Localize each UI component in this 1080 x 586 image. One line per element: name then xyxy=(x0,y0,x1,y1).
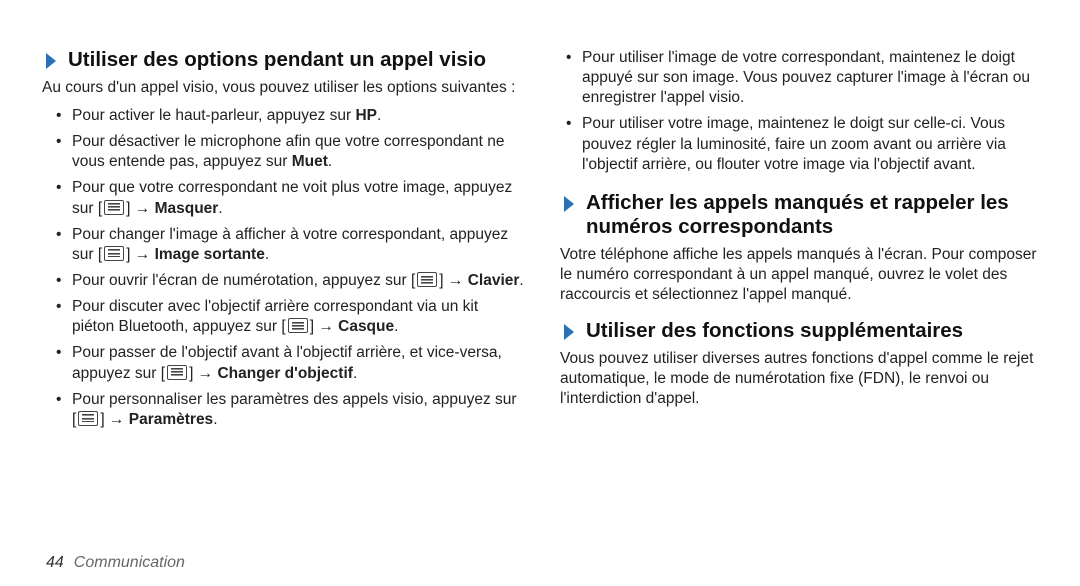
content-columns: Utiliser des options pendant un appel vi… xyxy=(42,48,1042,544)
left-column: Utiliser des options pendant un appel vi… xyxy=(42,48,524,544)
menu-icon xyxy=(78,411,98,426)
menu-icon xyxy=(104,200,124,215)
intro-text: Au cours d'un appel visio, vous pouvez u… xyxy=(42,78,524,98)
heading-extra-functions: Utiliser des fonctions supplémentaires xyxy=(560,319,1042,343)
heading-text: Utiliser des fonctions supplémentaires xyxy=(586,319,963,343)
options-list: Pour activer le haut-parleur, appuyez su… xyxy=(42,106,524,430)
bold-term: Changer d'objectif xyxy=(217,365,352,382)
bold-term: Casque xyxy=(338,318,394,335)
chevron-icon xyxy=(42,51,62,71)
list-item: Pour désactiver le microphone afin que v… xyxy=(42,132,524,172)
section-label: Communication xyxy=(74,554,185,572)
bold-term: Image sortante xyxy=(155,246,265,263)
menu-icon xyxy=(167,365,187,380)
list-item: Pour changer l'image à afficher à votre … xyxy=(42,225,524,265)
bold-term: Masquer xyxy=(155,200,219,217)
list-item: Pour personnaliser les paramètres des ap… xyxy=(42,390,524,430)
page: Utiliser des options pendant un appel vi… xyxy=(0,0,1080,586)
bold-term: Muet xyxy=(292,153,328,170)
heading-text: Utiliser des options pendant un appel vi… xyxy=(68,48,486,72)
menu-icon xyxy=(288,318,308,333)
footer: 44 Communication xyxy=(42,554,1042,572)
list-item: Pour utiliser votre image, maintenez le … xyxy=(560,114,1042,174)
chevron-icon xyxy=(560,322,580,342)
heading-missed-calls: Afficher les appels manqués et rappeler … xyxy=(560,191,1042,239)
bold-term: HP xyxy=(355,107,377,124)
list-item: Pour passer de l'objectif avant à l'obje… xyxy=(42,343,524,383)
page-number: 44 xyxy=(46,554,64,572)
menu-icon xyxy=(104,246,124,261)
list-item: Pour utiliser l'image de votre correspon… xyxy=(560,48,1042,108)
list-item: Pour discuter avec l'objectif arrière co… xyxy=(42,297,524,337)
bold-term: Paramètres xyxy=(129,411,213,428)
paragraph-extra-functions: Vous pouvez utiliser diverses autres fon… xyxy=(560,349,1042,408)
bold-term: Clavier xyxy=(468,272,520,289)
paragraph-missed-calls: Votre téléphone affiche les appels manqu… xyxy=(560,245,1042,304)
continued-list: Pour utiliser l'image de votre correspon… xyxy=(560,48,1042,175)
chevron-icon xyxy=(560,194,580,214)
right-column: Pour utiliser l'image de votre correspon… xyxy=(560,48,1042,544)
list-item: Pour activer le haut-parleur, appuyez su… xyxy=(42,106,524,126)
list-item: Pour ouvrir l'écran de numérotation, app… xyxy=(42,271,524,291)
menu-icon xyxy=(417,272,437,287)
list-item: Pour que votre correspondant ne voit plu… xyxy=(42,178,524,218)
heading-visio-options: Utiliser des options pendant un appel vi… xyxy=(42,48,524,72)
heading-text: Afficher les appels manqués et rappeler … xyxy=(586,191,1042,239)
